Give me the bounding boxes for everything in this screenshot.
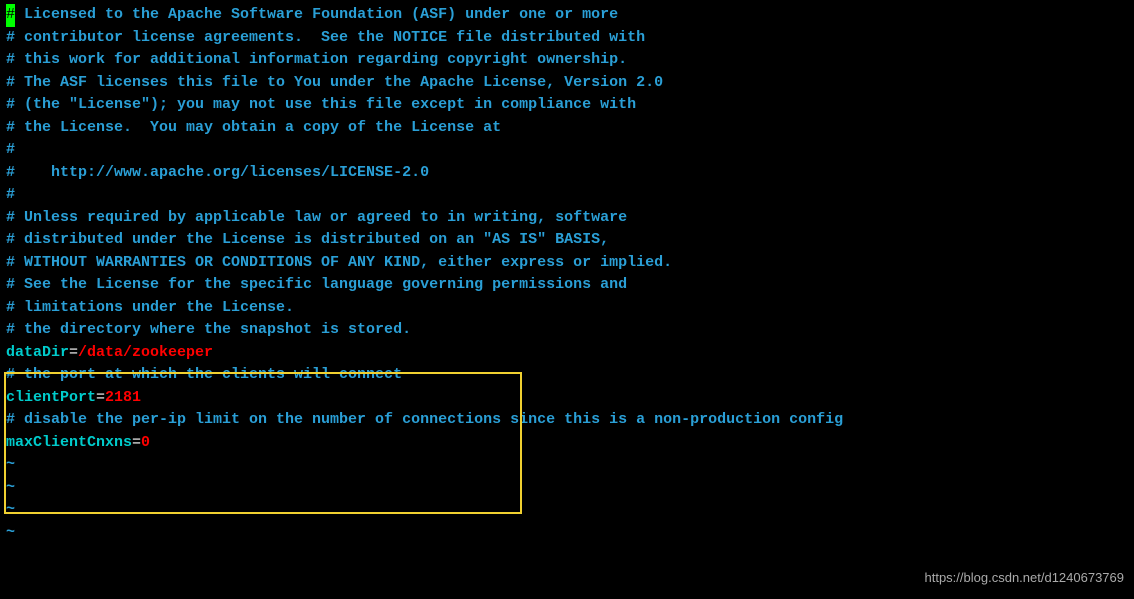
code-line: # WITHOUT WARRANTIES OR CONDITIONS OF AN…	[6, 252, 1128, 275]
code-line: # Unless required by applicable law or a…	[6, 207, 1128, 230]
empty-line-tilde: ~	[6, 499, 1128, 522]
code-line: # (the "License"); you may not use this …	[6, 94, 1128, 117]
config-value: 2181	[105, 389, 141, 406]
config-value: /data/zookeeper	[78, 344, 213, 361]
equals-sign: =	[96, 389, 105, 406]
code-line: # Licensed to the Apache Software Founda…	[6, 4, 1128, 27]
code-line: # the License. You may obtain a copy of …	[6, 117, 1128, 140]
code-line: # See the License for the specific langu…	[6, 274, 1128, 297]
cursor-block: #	[6, 4, 15, 27]
comment-text: Licensed to the Apache Software Foundati…	[15, 6, 618, 23]
code-line: # the port at which the clients will con…	[6, 364, 1128, 387]
equals-sign: =	[69, 344, 78, 361]
empty-line-tilde: ~	[6, 454, 1128, 477]
config-line-maxcnxns: maxClientCnxns=0	[6, 432, 1128, 455]
config-line-datadir: dataDir=/data/zookeeper	[6, 342, 1128, 365]
code-line: # the directory where the snapshot is st…	[6, 319, 1128, 342]
config-key: maxClientCnxns	[6, 434, 132, 451]
code-line: # limitations under the License.	[6, 297, 1128, 320]
code-line: # The ASF licenses this file to You unde…	[6, 72, 1128, 95]
equals-sign: =	[132, 434, 141, 451]
code-line: #	[6, 184, 1128, 207]
code-line: #	[6, 139, 1128, 162]
config-value: 0	[141, 434, 150, 451]
config-key: clientPort	[6, 389, 96, 406]
watermark-text: https://blog.csdn.net/d1240673769	[925, 568, 1125, 588]
code-line: # disable the per-ip limit on the number…	[6, 409, 1128, 432]
empty-line-tilde: ~	[6, 522, 1128, 545]
terminal-editor[interactable]: # Licensed to the Apache Software Founda…	[6, 4, 1128, 544]
code-line: # distributed under the License is distr…	[6, 229, 1128, 252]
config-key: dataDir	[6, 344, 69, 361]
code-line: # contributor license agreements. See th…	[6, 27, 1128, 50]
config-line-clientport: clientPort=2181	[6, 387, 1128, 410]
code-line: # http://www.apache.org/licenses/LICENSE…	[6, 162, 1128, 185]
empty-line-tilde: ~	[6, 477, 1128, 500]
code-line: # this work for additional information r…	[6, 49, 1128, 72]
